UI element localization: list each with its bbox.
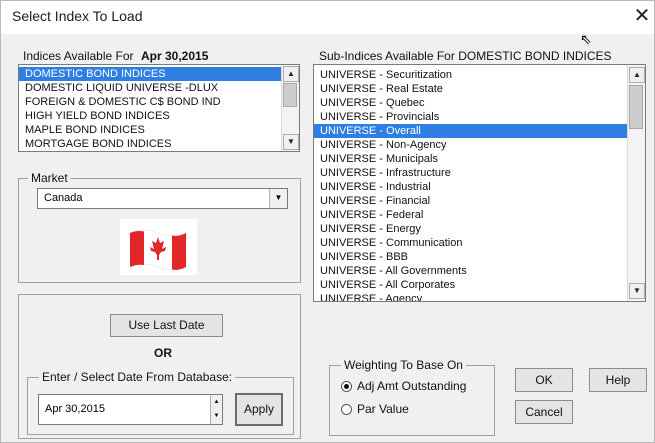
list-item[interactable]: MAPLE BOND INDICES (19, 123, 281, 137)
date-select-legend: Enter / Select Date From Database: (39, 370, 236, 384)
indices-scrollbar[interactable]: ▲ ▼ (281, 65, 299, 151)
use-last-date-label: Use Last Date (128, 318, 205, 332)
list-item[interactable]: UNIVERSE - Energy (314, 222, 627, 236)
list-item[interactable]: UNIVERSE - All Governments (314, 264, 627, 278)
date-input[interactable]: Apr 30,2015 ▲ ▼ (38, 394, 223, 425)
scroll-thumb[interactable] (283, 83, 297, 107)
weighting-legend: Weighting To Base On (341, 358, 466, 372)
list-item[interactable]: DOMESTIC BOND INDICES (19, 67, 281, 81)
list-item[interactable]: UNIVERSE - Communication (314, 236, 627, 250)
list-item[interactable]: UNIVERSE - Quebec (314, 96, 627, 110)
apply-label: Apply (243, 402, 275, 416)
chevron-down-icon[interactable]: ▼ (269, 189, 287, 208)
subindices-listbox[interactable]: UNIVERSE - Securitization UNIVERSE - Real… (313, 64, 646, 302)
indices-items: DOMESTIC BOND INDICES DOMESTIC LIQUID UNI… (19, 67, 281, 151)
list-item[interactable]: UNIVERSE - Federal (314, 208, 627, 222)
list-item[interactable]: UNIVERSE - Non-Agency (314, 138, 627, 152)
list-item[interactable]: UNIVERSE - Infrastructure (314, 166, 627, 180)
close-icon[interactable]: ✕ (631, 4, 653, 28)
market-value: Canada (44, 192, 83, 204)
ok-button[interactable]: OK (515, 368, 573, 392)
list-item[interactable]: UNIVERSE - BBB (314, 250, 627, 264)
scroll-thumb[interactable] (629, 85, 643, 129)
subindices-items: UNIVERSE - Securitization UNIVERSE - Real… (314, 68, 627, 301)
date-spinner[interactable]: ▲ ▼ (210, 395, 222, 424)
cancel-label: Cancel (525, 405, 563, 419)
list-item[interactable]: UNIVERSE - All Corporates (314, 278, 627, 292)
canada-flag-icon (120, 219, 197, 275)
indices-date: Apr 30,2015 (141, 49, 209, 63)
list-item[interactable]: DOMESTIC LIQUID UNIVERSE -DLUX (19, 81, 281, 95)
radio-par-value[interactable] (341, 404, 352, 415)
indices-listbox[interactable]: DOMESTIC BOND INDICES DOMESTIC LIQUID UNI… (18, 64, 300, 152)
subindices-label: Sub-Indices Available For DOMESTIC BOND … (319, 49, 612, 63)
help-button[interactable]: Help (589, 368, 647, 392)
cancel-button[interactable]: Cancel (515, 400, 573, 424)
date-input-value: Apr 30,2015 (45, 403, 105, 415)
dialog-window: Select Index To Load ✕ ⇖ Indices Availab… (0, 0, 655, 443)
list-item[interactable]: UNIVERSE - Securitization (314, 68, 627, 82)
list-item[interactable]: UNIVERSE - Real Estate (314, 82, 627, 96)
list-item[interactable]: FOREIGN & DOMESTIC C$ BOND IND (19, 95, 281, 109)
mouse-cursor-icon: ⇖ (580, 31, 592, 47)
list-item[interactable]: UNIVERSE - Provincials (314, 110, 627, 124)
market-select[interactable]: Canada ▼ (37, 188, 288, 209)
indices-label: Indices Available For (23, 49, 134, 63)
use-last-date-button[interactable]: Use Last Date (110, 314, 223, 337)
weighting-option-label: Par Value (357, 402, 409, 416)
radio-adj-amt-outstanding[interactable] (341, 381, 352, 392)
scroll-up-arrow-icon[interactable]: ▲ (629, 67, 645, 83)
title-bar: Select Index To Load ✕ (1, 1, 654, 34)
or-label: OR (154, 346, 172, 360)
weighting-frame (329, 365, 495, 436)
ok-label: OK (535, 373, 553, 387)
scroll-down-arrow-icon[interactable]: ▼ (283, 134, 299, 150)
help-label: Help (605, 373, 631, 387)
list-item[interactable]: MORTGAGE BOND INDICES (19, 137, 281, 151)
list-item[interactable]: UNIVERSE - Agency (314, 292, 627, 301)
list-item[interactable]: UNIVERSE - Financial (314, 194, 627, 208)
weighting-option-label: Adj Amt Outstanding (357, 379, 467, 393)
list-item[interactable]: UNIVERSE - Municipals (314, 152, 627, 166)
scroll-up-arrow-icon[interactable]: ▲ (283, 66, 299, 82)
list-item[interactable]: UNIVERSE - Industrial (314, 180, 627, 194)
market-legend: Market (28, 171, 71, 185)
dialog-title: Select Index To Load (12, 8, 143, 24)
list-item[interactable]: UNIVERSE - Overall (314, 124, 627, 138)
scroll-down-arrow-icon[interactable]: ▼ (629, 283, 645, 299)
subindices-scrollbar[interactable]: ▲ ▼ (627, 65, 645, 301)
apply-button[interactable]: Apply (235, 393, 283, 426)
list-item[interactable]: HIGH YIELD BOND INDICES (19, 109, 281, 123)
